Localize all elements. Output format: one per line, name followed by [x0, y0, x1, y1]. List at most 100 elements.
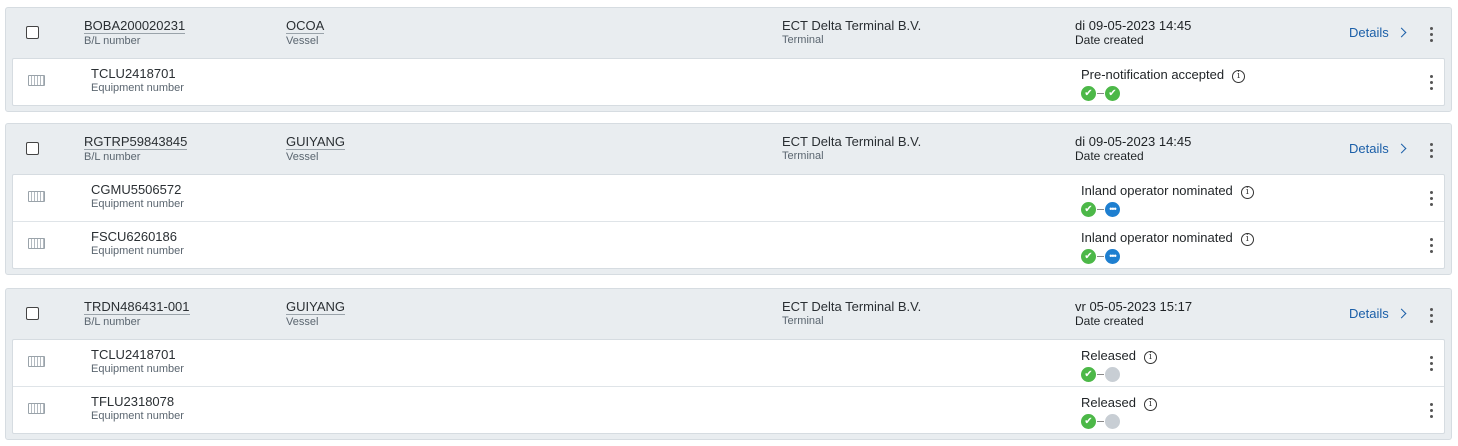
date-created-value: di 09-05-2023 14:45 [1075, 18, 1192, 33]
details-label: Details [1349, 25, 1389, 40]
more-options-icon[interactable] [1430, 143, 1434, 161]
equipment-number-label: Equipment number [91, 410, 184, 422]
terminal-field: ECT Delta Terminal B.V. Terminal [782, 19, 921, 47]
details-link[interactable]: Details [1349, 306, 1407, 321]
equipment-field: CGMU5506572 Equipment number [91, 183, 184, 211]
status-steps: ✔ ✔ [1081, 86, 1245, 102]
select-checkbox[interactable] [26, 26, 39, 39]
select-checkbox[interactable] [26, 142, 39, 155]
in-progress-icon: ••• [1105, 202, 1120, 217]
chevron-right-icon [1396, 308, 1407, 319]
select-checkbox[interactable] [26, 307, 39, 320]
check-circle-icon: ✔ [1081, 414, 1096, 429]
equipment-number-value: FSCU6260186 [91, 229, 177, 244]
step-connector [1097, 209, 1104, 210]
status-steps: ✔ [1081, 414, 1157, 430]
bl-number-field: TRDN486431-001 B/L number [84, 300, 190, 329]
terminal-value: ECT Delta Terminal B.V. [782, 134, 922, 149]
equipment-number-label: Equipment number [91, 198, 184, 210]
equipment-list: CGMU5506572 Equipment number Inland oper… [12, 174, 1445, 269]
info-icon[interactable]: i [1232, 70, 1246, 83]
step-connector [1097, 256, 1104, 257]
info-icon[interactable]: i [1240, 186, 1254, 199]
bl-number-value[interactable]: RGTRP59843845 [84, 135, 188, 150]
equipment-row: TFLU2318078 Equipment number Released i ✔ [13, 386, 1444, 433]
status-steps: ✔ ••• [1081, 249, 1254, 265]
details-link[interactable]: Details [1349, 25, 1407, 40]
equipment-number-label: Equipment number [91, 82, 184, 94]
terminal-label: Terminal [782, 315, 824, 327]
bl-card-header: TRDN486431-001 B/L number GUIYANG Vessel… [6, 289, 1451, 339]
container-icon [28, 238, 45, 249]
date-created-label: Date created [1075, 149, 1144, 163]
date-created-field: di 09-05-2023 14:45 Date created [1075, 134, 1192, 164]
more-options-icon[interactable] [1430, 403, 1434, 421]
check-circle-icon: ✔ [1081, 249, 1096, 264]
bl-number-field: RGTRP59843845 B/L number [84, 135, 188, 164]
date-created-value: di 09-05-2023 14:45 [1075, 134, 1192, 149]
vessel-field: GUIYANG Vessel [286, 300, 345, 329]
date-created-field: di 09-05-2023 14:45 Date created [1075, 18, 1192, 48]
terminal-label: Terminal [782, 34, 824, 46]
pending-circle-icon [1105, 414, 1120, 429]
more-options-icon[interactable] [1430, 191, 1434, 209]
equipment-field: TCLU2418701 Equipment number [91, 348, 184, 376]
bl-number-value[interactable]: TRDN486431-001 [84, 300, 190, 315]
info-icon[interactable]: i [1143, 351, 1157, 364]
step-connector [1097, 93, 1104, 94]
equipment-number-label: Equipment number [91, 363, 184, 375]
equipment-row: TCLU2418701 Equipment number Pre-notific… [13, 59, 1444, 105]
equipment-number-label: Equipment number [91, 245, 184, 257]
more-options-icon[interactable] [1430, 356, 1434, 374]
status-steps: ✔ [1081, 367, 1157, 383]
vessel-label: Vessel [286, 316, 319, 328]
more-options-icon[interactable] [1430, 27, 1434, 45]
bl-card: BOBA200020231 B/L number OCOA Vessel ECT… [5, 7, 1452, 112]
status-text: Inland operator nominated [1081, 230, 1233, 245]
status-text: Pre-notification accepted [1081, 67, 1225, 82]
equipment-field: TFLU2318078 Equipment number [91, 395, 184, 423]
container-icon [28, 403, 45, 414]
step-connector [1097, 421, 1104, 422]
status-text: Released [1081, 395, 1136, 410]
terminal-label: Terminal [782, 150, 824, 162]
vessel-value[interactable]: GUIYANG [286, 300, 345, 315]
date-created-field: vr 05-05-2023 15:17 Date created [1075, 299, 1193, 329]
details-link[interactable]: Details [1349, 141, 1407, 156]
status-block: Inland operator nominated i ✔ ••• [1081, 229, 1254, 265]
date-created-value: vr 05-05-2023 15:17 [1075, 299, 1193, 314]
bl-number-label: B/L number [84, 151, 141, 163]
status-text: Released [1081, 348, 1136, 363]
vessel-value[interactable]: OCOA [286, 19, 325, 34]
bl-card-header: BOBA200020231 B/L number OCOA Vessel ECT… [6, 8, 1451, 58]
info-icon[interactable]: i [1143, 398, 1157, 411]
more-options-icon[interactable] [1430, 238, 1434, 256]
container-icon [28, 191, 45, 202]
chevron-right-icon [1396, 143, 1407, 154]
date-created-label: Date created [1075, 314, 1144, 328]
container-icon [28, 75, 45, 86]
more-options-icon[interactable] [1430, 308, 1434, 326]
equipment-field: FSCU6260186 Equipment number [91, 230, 184, 258]
in-progress-icon: ••• [1105, 249, 1120, 264]
status-block: Released i ✔ [1081, 347, 1157, 383]
equipment-number-value: TCLU2418701 [91, 66, 176, 81]
status-block: Inland operator nominated i ✔ ••• [1081, 182, 1254, 218]
status-text: Inland operator nominated [1081, 183, 1233, 198]
date-created-label: Date created [1075, 33, 1144, 47]
details-label: Details [1349, 141, 1389, 156]
info-icon[interactable]: i [1240, 233, 1254, 246]
bl-number-value[interactable]: BOBA200020231 [84, 19, 186, 34]
terminal-value: ECT Delta Terminal B.V. [782, 299, 922, 314]
status-block: Pre-notification accepted i ✔ ✔ [1081, 66, 1246, 102]
more-options-icon[interactable] [1430, 75, 1434, 93]
vessel-value[interactable]: GUIYANG [286, 135, 345, 150]
container-icon [28, 356, 45, 367]
equipment-number-value: CGMU5506572 [91, 182, 182, 197]
equipment-row: TCLU2418701 Equipment number Released i ✔ [13, 340, 1444, 386]
check-circle-icon: ✔ [1081, 367, 1096, 382]
equipment-number-value: TCLU2418701 [91, 347, 176, 362]
bl-card-header: RGTRP59843845 B/L number GUIYANG Vessel … [6, 124, 1451, 174]
terminal-field: ECT Delta Terminal B.V. Terminal [782, 300, 921, 328]
equipment-number-value: TFLU2318078 [91, 394, 175, 409]
